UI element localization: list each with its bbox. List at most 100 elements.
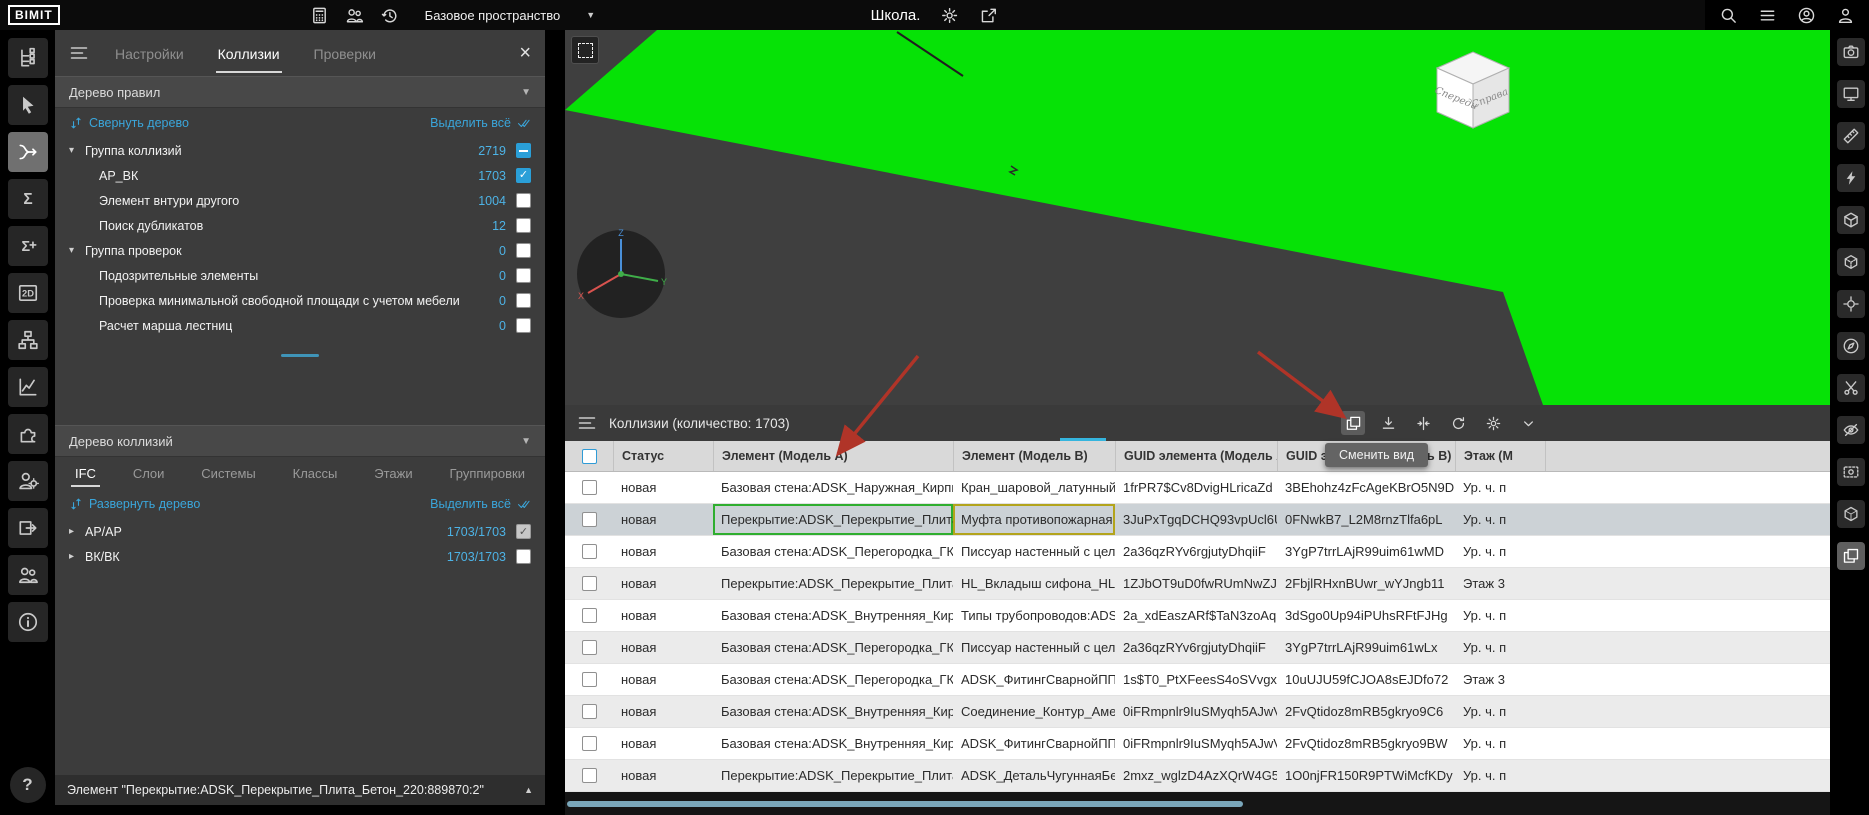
focus-tool[interactable] — [1837, 290, 1865, 318]
profile-icon[interactable] — [1836, 6, 1855, 25]
table-row[interactable]: новаяПерекрытие:ADSK_Перекрытие_Плита_БH… — [565, 568, 1830, 600]
column-header[interactable]: GUID элемента (Модель A) — [1115, 441, 1277, 471]
estimate-icon[interactable] — [310, 6, 329, 25]
table-row[interactable]: новаяБазовая стена:ADSK_Перегородка_ГКЛВ… — [565, 536, 1830, 568]
tree-item[interactable]: Подозрительные элементы0 — [55, 263, 545, 288]
expander-icon[interactable]: ▸ — [69, 551, 83, 562]
tree-tab-1[interactable]: IFC — [71, 459, 100, 487]
row-checkbox[interactable] — [582, 512, 597, 527]
tree-item-checkbox[interactable] — [516, 268, 531, 283]
workspace-selector[interactable]: Базовое пространство ▼ — [425, 8, 595, 23]
select-tool[interactable] — [8, 85, 48, 125]
model-view-tool[interactable] — [1837, 500, 1865, 528]
select-area-button[interactable] — [571, 36, 599, 64]
row-checkbox[interactable] — [582, 608, 597, 623]
panel-menu-icon[interactable] — [69, 43, 89, 63]
search-icon[interactable] — [1719, 6, 1738, 25]
tree-item-checkbox[interactable] — [516, 193, 531, 208]
row-checkbox[interactable] — [582, 576, 597, 591]
history-icon[interactable] — [380, 6, 399, 25]
presentation-tool[interactable] — [1837, 80, 1865, 108]
hierarchy-tool[interactable] — [8, 320, 48, 360]
close-icon[interactable]: × — [519, 43, 531, 63]
tree-item-checkbox[interactable] — [516, 218, 531, 233]
horizontal-scrollbar-thumb[interactable] — [567, 801, 1243, 807]
expand-tree-link[interactable]: Развернуть дерево — [69, 497, 200, 511]
horizontal-scrollbar-track[interactable] — [565, 792, 1830, 815]
collisions-tool[interactable] — [8, 132, 48, 172]
select-all-link[interactable]: Выделить всё — [430, 497, 531, 511]
plugins-tool[interactable] — [8, 414, 48, 454]
select-all-link[interactable]: Выделить всё — [430, 116, 531, 130]
tree-tab-6[interactable]: Группировки — [445, 459, 529, 487]
tree-item-checkbox[interactable] — [516, 143, 531, 158]
panel-tab-2[interactable]: Коллизии — [216, 33, 282, 73]
tree-item[interactable]: ▾Группа коллизий2719 — [55, 138, 545, 163]
row-checkbox[interactable] — [582, 640, 597, 655]
table-row[interactable]: новаяБазовая стена:ADSK_Внутренняя_Кирпи… — [565, 696, 1830, 728]
tree-item[interactable]: ▸АР/АР1703/1703 — [55, 519, 545, 544]
users-tool[interactable] — [8, 555, 48, 595]
table-row[interactable]: новаяБазовая стена:ADSK_Внутренняя_Кирпи… — [565, 728, 1830, 760]
row-checkbox[interactable] — [582, 672, 597, 687]
collapse-tree-link[interactable]: Свернуть дерево — [69, 116, 189, 130]
totals-tool[interactable]: Σ — [8, 179, 48, 219]
table-row[interactable]: новаяПерекрытие:ADSK_Перекрытие_Плита_БA… — [565, 760, 1830, 792]
tree-tab-2[interactable]: Слои — [129, 459, 169, 487]
user-settings-tool[interactable] — [8, 461, 48, 501]
tree-item[interactable]: Элемент внтури другого1004 — [55, 188, 545, 213]
share-icon[interactable] — [979, 6, 998, 25]
tree-item[interactable]: Расчет марша лестниц0 — [55, 313, 545, 338]
table-row[interactable]: новаяБазовая стена:ADSK_Внутренняя_Кирпи… — [565, 600, 1830, 632]
rules-tree-header[interactable]: Дерево правил ▼ — [55, 76, 545, 108]
tree-item[interactable]: Проверка минимальной свободной площади с… — [55, 288, 545, 313]
help-button[interactable]: ? — [10, 767, 46, 803]
column-header[interactable]: Статус — [613, 441, 713, 471]
isolate-elements-tool[interactable] — [1837, 458, 1865, 486]
copy-view-tool[interactable] — [1837, 542, 1865, 570]
expander-icon[interactable]: ▾ — [69, 145, 83, 156]
tree-tab-5[interactable]: Этажи — [370, 459, 416, 487]
collapse-panel-button[interactable] — [1516, 411, 1540, 435]
collisions-tree-header[interactable]: Дерево коллизий ▼ — [55, 425, 545, 457]
table-settings-button[interactable] — [1481, 411, 1505, 435]
download-button[interactable] — [1376, 411, 1400, 435]
totals-add-tool[interactable]: Σ — [8, 226, 48, 266]
team-icon[interactable] — [345, 6, 364, 25]
table-menu-icon[interactable] — [577, 413, 597, 433]
tree-item-checkbox[interactable] — [516, 243, 531, 258]
section-plane-tool[interactable] — [1837, 374, 1865, 402]
change-view-button[interactable] — [1341, 411, 1365, 435]
tree-item[interactable]: ▾Группа проверок0 — [55, 238, 545, 263]
plan-view-tool[interactable] — [1837, 332, 1865, 360]
info-tool[interactable] — [8, 602, 48, 642]
navigation-gizmo[interactable]: Z Y X — [573, 226, 669, 322]
refresh-button[interactable] — [1446, 411, 1470, 435]
tree-tab-4[interactable]: Классы — [289, 459, 342, 487]
tree-item[interactable]: Поиск дубликатов12 — [55, 213, 545, 238]
select-all-checkbox[interactable] — [582, 449, 597, 464]
menu-list-icon[interactable] — [1758, 6, 1777, 25]
status-bar[interactable]: Элемент "Перекрытие:ADSK_Перекрытие_Плит… — [55, 775, 545, 805]
axonometry-tool[interactable] — [1837, 206, 1865, 234]
row-checkbox[interactable] — [582, 704, 597, 719]
expander-icon[interactable]: ▸ — [69, 526, 83, 537]
measure-tool[interactable] — [1837, 122, 1865, 150]
view-cube[interactable]: Спереди Справа — [1423, 44, 1523, 136]
analytics-tool[interactable] — [8, 367, 48, 407]
panel-tab-1[interactable]: Настройки — [113, 33, 186, 73]
tree-item-checkbox[interactable] — [516, 293, 531, 308]
export-tool[interactable] — [8, 508, 48, 548]
expander-icon[interactable]: ▾ — [69, 245, 83, 256]
quick-actions-tool[interactable] — [1837, 164, 1865, 192]
row-checkbox[interactable] — [582, 480, 597, 495]
section-box-tool[interactable] — [1837, 248, 1865, 276]
row-checkbox[interactable] — [582, 768, 597, 783]
tree-tab-3[interactable]: Системы — [197, 459, 259, 487]
panel-tab-3[interactable]: Проверки — [312, 33, 378, 73]
tree-item[interactable]: ▸ВК/ВК1703/1703 — [55, 544, 545, 569]
table-row[interactable]: новаяБазовая стена:ADSK_Перегородка_ГКЛВ… — [565, 632, 1830, 664]
hide-elements-tool[interactable] — [1837, 416, 1865, 444]
row-checkbox[interactable] — [582, 544, 597, 559]
drawings-2d-tool[interactable]: 2D — [8, 273, 48, 313]
